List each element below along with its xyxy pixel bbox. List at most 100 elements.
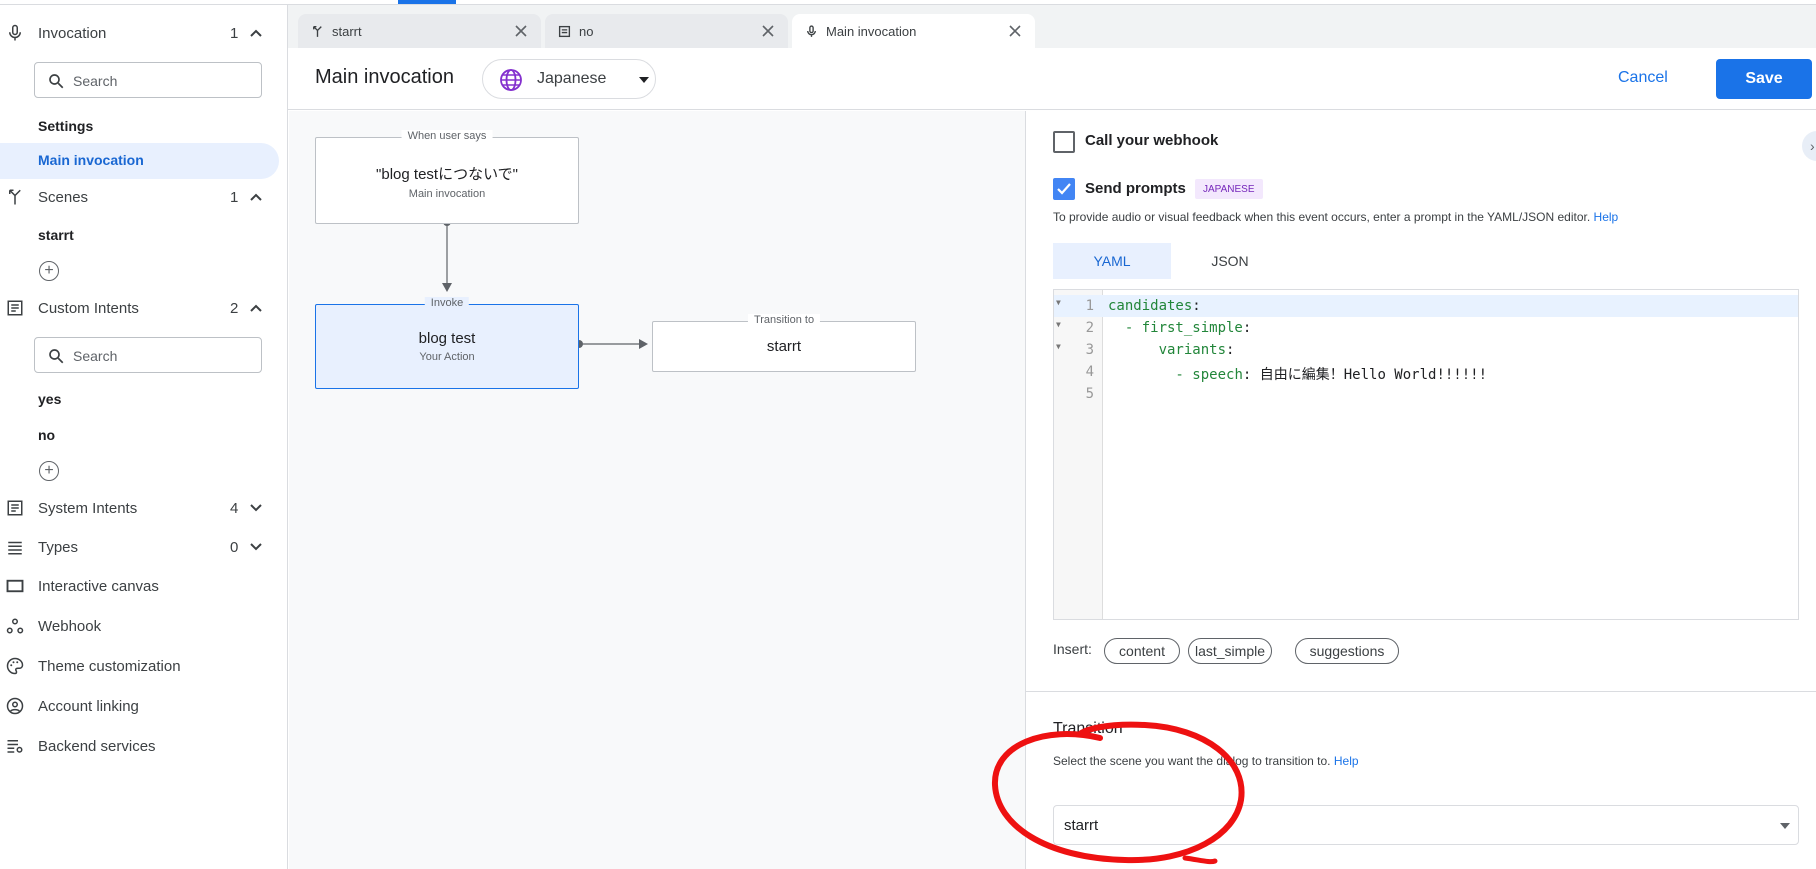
insert-chip-content[interactable]: content <box>1104 638 1180 664</box>
code-text: - speech: 自由に編集！Hello World!!!!!! <box>1108 364 1487 384</box>
collapse-panel-icon[interactable]: › <box>1802 131 1816 161</box>
line-number: 5 <box>1085 386 1094 402</box>
send-prompts-checkbox[interactable] <box>1053 178 1075 200</box>
node-tag: Transition to <box>747 314 821 326</box>
list-icon <box>4 536 26 558</box>
chevron-up-icon[interactable] <box>248 300 264 316</box>
sidebar-section-invocation[interactable]: Invocation 1 <box>0 15 288 51</box>
check-icon <box>1057 183 1071 195</box>
sidebar-section-label: Interactive canvas <box>38 577 159 595</box>
sidebar-item-yes[interactable]: yes <box>38 391 61 407</box>
node-title: "blog testにつないで" <box>376 166 518 183</box>
dropdown-arrow-icon <box>639 77 649 83</box>
mic-icon <box>4 22 26 44</box>
code-rest: : <box>1226 342 1235 358</box>
format-toggle: YAML JSON <box>1053 243 1289 279</box>
chevron-up-icon[interactable] <box>248 25 264 41</box>
page-header: Main invocation Japanese Cancel Save <box>288 48 1816 110</box>
fold-arrow-icon[interactable]: ▼ <box>1056 320 1061 329</box>
invoke-node[interactable]: Invoke blog test Your Action <box>315 297 579 389</box>
sidebar-item-no[interactable]: no <box>38 427 55 443</box>
sidebar-section-types[interactable]: Types 0 <box>0 529 288 565</box>
node-tag: Invoke <box>424 297 470 309</box>
close-icon[interactable] <box>513 23 529 39</box>
invocation-search[interactable] <box>34 62 262 98</box>
close-icon[interactable] <box>760 23 776 39</box>
code-line: ▼ 1 candidates: <box>1054 295 1798 317</box>
insert-chip-last-simple[interactable]: last_simple <box>1188 638 1272 664</box>
intents-search[interactable] <box>34 337 262 373</box>
transition-node[interactable]: Transition to starrt <box>652 314 916 372</box>
tab-starrt[interactable]: starrt <box>298 14 541 48</box>
sidebar-section-interactive-canvas[interactable]: Interactive canvas <box>0 568 288 604</box>
chevron-down-icon[interactable] <box>248 500 264 516</box>
help-link[interactable]: Help <box>1334 754 1359 768</box>
trigger-node[interactable]: When user says "blog testにつないで" Main inv… <box>315 130 579 224</box>
count-badge: 1 <box>230 188 239 206</box>
sidebar-section-theme[interactable]: Theme customization <box>0 648 288 684</box>
sidebar-section-label: Backend services <box>38 737 156 755</box>
webhook-label: Call your webhook <box>1085 132 1219 149</box>
code-line: ▼ 3 variants: <box>1054 339 1798 361</box>
sidebar-item-main-invocation[interactable]: Main invocation <box>38 152 144 168</box>
search-input[interactable] <box>73 346 253 366</box>
sidebar-section-backend[interactable]: Backend services <box>0 728 288 764</box>
close-icon[interactable] <box>1007 23 1023 39</box>
transition-description-text: Select the scene you want the dialog to … <box>1053 754 1331 768</box>
code-key: variants <box>1158 342 1227 358</box>
line-number: 1 <box>1085 298 1094 314</box>
sidebar-section-scenes[interactable]: Scenes 1 <box>0 179 288 215</box>
search-icon <box>49 349 64 364</box>
chevron-down-icon[interactable] <box>248 539 264 555</box>
tab-json[interactable]: JSON <box>1171 243 1289 279</box>
code-indent: - <box>1108 367 1193 383</box>
sidebar-item-settings[interactable]: Settings <box>38 118 93 134</box>
sidebar-section-label: Webhook <box>38 617 102 635</box>
tab-bar: starrt no Main invocation <box>288 5 1816 48</box>
code-line: ▼ 2 - first_simple: <box>1054 317 1798 339</box>
code-editor[interactable]: ▼ 1 candidates: ▼ 2 - first_simple: ▼ 3 … <box>1053 289 1799 620</box>
language-dropdown[interactable]: Japanese <box>482 59 656 99</box>
details-panel: Call your webhook › Send prompts JAPANES… <box>1025 111 1816 869</box>
select-value: starrt <box>1064 817 1099 834</box>
sidebar-section-system-intents[interactable]: System Intents 4 <box>0 490 288 526</box>
sidebar-section-account-linking[interactable]: Account linking <box>0 688 288 724</box>
sidebar-section-webhook[interactable]: Webhook <box>0 608 288 644</box>
node-title: blog test <box>418 330 476 347</box>
sidebar-section-label: Custom Intents <box>38 299 139 317</box>
cancel-button[interactable]: Cancel <box>1618 69 1668 87</box>
save-button[interactable]: Save <box>1716 59 1812 99</box>
add-intent-icon[interactable]: + <box>39 461 59 481</box>
webhook-icon <box>4 615 26 637</box>
fold-arrow-icon[interactable]: ▼ <box>1056 298 1061 307</box>
chevron-up-icon[interactable] <box>248 189 264 205</box>
tab-no[interactable]: no <box>545 14 788 48</box>
code-rest: : <box>1242 320 1252 336</box>
sidebar-item-starrt[interactable]: starrt <box>38 227 74 243</box>
mic-icon <box>804 24 818 38</box>
prompts-description: To provide audio or visual feedback when… <box>1053 210 1618 224</box>
add-scene-icon[interactable]: + <box>39 261 59 281</box>
transition-select[interactable]: starrt <box>1053 805 1799 845</box>
webhook-checkbox[interactable] <box>1053 131 1075 153</box>
search-input[interactable] <box>73 71 253 91</box>
node-subtitle: Main invocation <box>408 188 486 200</box>
code-text: - first_simple: <box>1108 320 1251 336</box>
code-key: candidates <box>1108 298 1193 314</box>
tab-main-invocation[interactable]: Main invocation <box>792 14 1035 48</box>
help-link[interactable]: Help <box>1594 210 1619 224</box>
fold-arrow-icon[interactable]: ▼ <box>1056 342 1061 351</box>
insert-chip-suggestions[interactable]: suggestions <box>1295 638 1399 664</box>
node-subtitle: Your Action <box>419 351 475 363</box>
code-rest: : <box>1192 298 1201 314</box>
sidebar-section-custom-intents[interactable]: Custom Intents 2 <box>0 290 288 326</box>
transition-title: Transition <box>1053 720 1123 737</box>
sidebar-section-label: Scenes <box>38 188 89 206</box>
flow-canvas[interactable]: When user says "blog testにつないで" Main inv… <box>289 111 1025 869</box>
search-icon <box>49 74 64 89</box>
palette-icon <box>4 655 26 677</box>
scene-icon <box>310 24 324 38</box>
flow-connectors <box>442 218 648 349</box>
tab-yaml[interactable]: YAML <box>1053 243 1171 279</box>
sidebar: Invocation 1 Settings Main invocation Sc… <box>0 5 288 869</box>
